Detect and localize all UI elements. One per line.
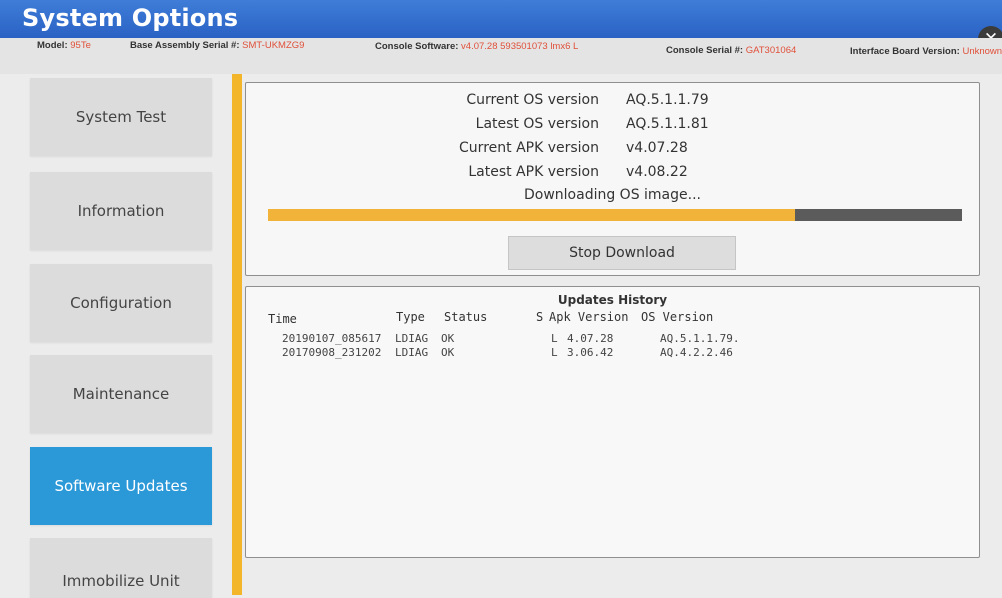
row-time: 20190107_085617 — [282, 332, 382, 345]
sidebar-item-information[interactable]: Information — [30, 172, 212, 250]
row-apk: 3.06.42 — [567, 346, 614, 359]
column-header-type: Type — [396, 310, 425, 324]
column-header-time: Time — [268, 312, 297, 326]
latest-apk-label: Latest APK version — [468, 164, 599, 180]
update-status-panel: Current OS version AQ.5.1.1.79 Latest OS… — [245, 82, 980, 276]
base-serial-label: Base Assembly Serial #: — [130, 40, 240, 51]
current-os-value: AQ.5.1.1.79 — [626, 92, 709, 108]
row-s: L — [551, 332, 558, 345]
sidebar-item-configuration[interactable]: Configuration — [30, 264, 212, 342]
row-s: L — [551, 346, 558, 359]
interface-board-value: Unknown — [962, 46, 1002, 57]
current-apk-value: v4.07.28 — [626, 140, 688, 156]
updates-history-panel: Updates History Time Type Status S Apk V… — [245, 286, 980, 558]
current-apk-row: Current APK version v4.07.28 — [246, 140, 979, 162]
latest-os-label: Latest OS version — [475, 116, 599, 132]
row-os: AQ.4.2.2.46 — [660, 346, 733, 359]
window-title: System Options — [22, 4, 239, 32]
sidebar-item-maintenance[interactable]: Maintenance — [30, 355, 212, 433]
history-title: Updates History — [557, 293, 668, 307]
console-serial-label: Console Serial #: — [666, 45, 744, 56]
column-header-s: S — [536, 310, 544, 324]
current-os-label: Current OS version — [466, 92, 599, 108]
title-bar: System Options — [0, 0, 1002, 38]
sidebar-item-immobilize-unit-label: Immobilize Unit — [62, 572, 180, 590]
download-progress-fill — [268, 209, 796, 221]
column-header-apk: Apk Version — [549, 310, 629, 324]
sidebar: System Test Information Configuration Ma… — [0, 74, 240, 598]
console-software-value: v4.07.28 593501073 lmx6 L — [461, 41, 579, 52]
base-serial-value: SMT-UKMZG9 — [242, 40, 305, 51]
sidebar-item-system-test[interactable]: System Test — [30, 78, 212, 156]
download-progress-bar — [268, 209, 962, 221]
console-software-label: Console Software: — [375, 41, 459, 52]
stop-download-button[interactable]: Stop Download — [508, 236, 736, 270]
latest-apk-value: v4.08.22 — [626, 164, 688, 180]
console-serial-value: GAT301064 — [745, 45, 797, 56]
row-type: LDIAG — [395, 346, 429, 359]
model-label: Model: — [37, 40, 68, 51]
model-value: 95Te — [70, 40, 91, 51]
console-serial-info: Console Serial #: GAT301064 — [666, 45, 796, 56]
row-status: OK — [441, 332, 455, 345]
interface-board-info: Interface Board Version: Unknown — [850, 46, 1002, 57]
row-type: LDIAG — [395, 332, 429, 345]
latest-os-value: AQ.5.1.1.81 — [626, 116, 709, 132]
latest-apk-row: Latest APK version v4.08.22 — [246, 164, 979, 186]
sidebar-divider — [232, 74, 242, 595]
column-header-os: OS Version — [641, 310, 714, 324]
base-serial-info: Base Assembly Serial #: SMT-UKMZG9 — [130, 40, 304, 51]
row-apk: 4.07.28 — [567, 332, 614, 345]
current-os-row: Current OS version AQ.5.1.1.79 — [246, 92, 979, 114]
download-status: Downloading OS image... — [523, 187, 701, 203]
sidebar-item-software-updates[interactable]: Software Updates — [30, 447, 212, 525]
sidebar-item-immobilize-unit[interactable]: Immobilize Unit — [30, 538, 212, 598]
interface-board-label: Interface Board Version: — [850, 46, 960, 57]
row-time: 20170908_231202 — [282, 346, 382, 359]
column-header-status: Status — [444, 310, 488, 324]
current-apk-label: Current APK version — [459, 140, 599, 156]
row-os: AQ.5.1.1.79. — [660, 332, 740, 345]
console-software-info: Console Software: v4.07.28 593501073 lmx… — [375, 41, 578, 52]
row-status: OK — [441, 346, 455, 359]
latest-os-row: Latest OS version AQ.5.1.1.81 — [246, 116, 979, 138]
model-info: Model: 95Te — [37, 40, 91, 51]
device-info-bar: Model: 95Te Base Assembly Serial #: SMT-… — [0, 38, 1002, 74]
